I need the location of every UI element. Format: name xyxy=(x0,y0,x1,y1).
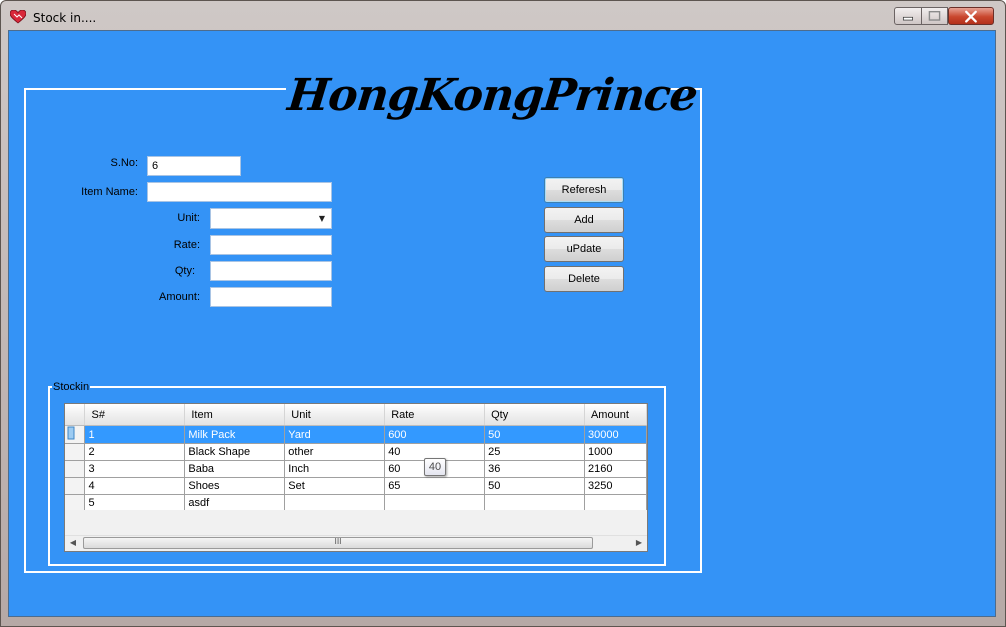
grid-empty-area xyxy=(65,510,647,537)
column-header[interactable]: S# xyxy=(84,404,186,426)
scrollbar-grip: III xyxy=(334,537,342,546)
horizontal-scrollbar[interactable]: ◀ III ▶ xyxy=(65,535,647,551)
panel-border-left xyxy=(24,88,26,573)
add-button[interactable]: Add xyxy=(544,207,624,233)
qty-input[interactable] xyxy=(210,261,332,281)
table-cell[interactable]: Baba xyxy=(184,460,286,478)
unit-label: Unit: xyxy=(177,212,200,224)
table-cell[interactable]: 50 xyxy=(484,425,585,444)
scroll-left-icon[interactable]: ◀ xyxy=(67,537,79,549)
table-cell[interactable]: 1 xyxy=(84,425,186,444)
close-button[interactable] xyxy=(948,7,994,25)
row-header-corner xyxy=(65,404,86,426)
panel-border-right xyxy=(700,88,702,573)
chevron-down-icon[interactable]: ▼ xyxy=(314,210,330,227)
column-header[interactable]: Amount xyxy=(584,404,647,426)
row-header[interactable] xyxy=(65,494,86,512)
row-header[interactable] xyxy=(65,477,86,495)
table-cell[interactable]: Black Shape xyxy=(184,443,286,461)
table-cell[interactable]: 25 xyxy=(484,443,585,461)
table-cell[interactable]: Set xyxy=(284,477,386,495)
table-cell[interactable]: 65 xyxy=(384,477,486,495)
title-bar[interactable]: Stock in.... xyxy=(1,1,1005,31)
close-icon xyxy=(965,10,977,23)
column-header[interactable]: Rate xyxy=(384,404,486,426)
minimize-button[interactable] xyxy=(894,7,922,25)
table-cell[interactable]: asdf xyxy=(184,494,286,512)
heart-icon xyxy=(10,10,26,24)
table-cell[interactable]: 5 xyxy=(84,494,186,512)
column-header[interactable]: Qty xyxy=(484,404,585,426)
table-cell[interactable]: Shoes xyxy=(184,477,286,495)
panel-border-top-left xyxy=(24,88,286,90)
unit-select[interactable]: ▼ xyxy=(210,208,332,229)
column-header[interactable]: Unit xyxy=(284,404,386,426)
table-cell[interactable] xyxy=(284,494,386,512)
groupbox-border-right xyxy=(664,386,666,566)
table-cell[interactable]: 30000 xyxy=(584,425,647,444)
stockin-groupbox-title: Stockin xyxy=(52,381,91,393)
table-cell[interactable] xyxy=(584,494,647,512)
table-row[interactable]: 2 Black Shape other 40 25 1000 xyxy=(65,443,647,461)
current-row-indicator-icon xyxy=(67,426,75,440)
maximize-icon xyxy=(928,11,941,21)
table-cell[interactable]: 2160 xyxy=(584,460,647,478)
delete-button[interactable]: Delete xyxy=(544,266,624,292)
scrollbar-thumb[interactable]: III xyxy=(83,537,593,549)
table-cell[interactable]: 50 xyxy=(484,477,585,495)
update-button[interactable]: uPdate xyxy=(544,236,624,262)
groupbox-border-top xyxy=(48,386,666,388)
table-row[interactable]: 1 Milk Pack Yard 600 50 30000 xyxy=(65,425,647,444)
table-row[interactable]: 5 asdf xyxy=(65,494,647,512)
table-cell[interactable]: 3250 xyxy=(584,477,647,495)
item-name-input[interactable] xyxy=(147,182,332,202)
maximize-button[interactable] xyxy=(921,7,948,25)
rate-input[interactable] xyxy=(210,235,332,255)
item-name-label: Item Name: xyxy=(81,186,138,198)
header-row: S# Item Unit Rate Qty Amount xyxy=(65,404,647,426)
table-cell[interactable]: 36 xyxy=(484,460,585,478)
logo-text: HongKongPrince xyxy=(285,70,700,121)
table-cell[interactable] xyxy=(384,494,486,512)
table-cell[interactable]: Yard xyxy=(284,425,386,444)
table-cell[interactable]: 3 xyxy=(84,460,186,478)
stock-grid[interactable]: S# Item Unit Rate Qty Amount 1 Milk Pack… xyxy=(64,403,648,552)
table-cell[interactable]: 2 xyxy=(84,443,186,461)
sno-input[interactable] xyxy=(147,156,241,176)
table-cell[interactable] xyxy=(484,494,585,512)
sno-label: S.No: xyxy=(110,157,138,169)
cell-tooltip: 40 xyxy=(424,458,446,476)
groupbox-border-bottom xyxy=(48,564,666,566)
stock-table: S# Item Unit Rate Qty Amount 1 Milk Pack… xyxy=(65,404,647,512)
table-cell[interactable]: 4 xyxy=(84,477,186,495)
table-cell[interactable]: 600 xyxy=(384,425,486,444)
scroll-right-icon[interactable]: ▶ xyxy=(633,537,645,549)
table-cell[interactable]: Inch xyxy=(284,460,386,478)
groupbox-border-left xyxy=(48,386,50,566)
minimize-icon xyxy=(902,16,913,21)
table-row[interactable]: 3 Baba Inch 60 36 2160 xyxy=(65,460,647,478)
amount-input[interactable] xyxy=(210,287,332,307)
rate-label: Rate: xyxy=(173,239,200,251)
window-title: Stock in.... xyxy=(33,11,97,25)
row-header[interactable] xyxy=(65,460,86,478)
table-cell[interactable]: other xyxy=(284,443,386,461)
table-cell[interactable]: Milk Pack xyxy=(184,425,286,444)
table-row[interactable]: 4 Shoes Set 65 50 3250 xyxy=(65,477,647,495)
amount-label: Amount: xyxy=(159,291,200,303)
qty-label: Qty: xyxy=(174,265,195,277)
row-header[interactable] xyxy=(65,443,86,461)
refresh-button[interactable]: Referesh xyxy=(544,177,624,203)
row-header[interactable] xyxy=(65,425,86,444)
column-header[interactable]: Item xyxy=(184,404,286,426)
table-cell[interactable]: 1000 xyxy=(584,443,647,461)
panel-border-bottom xyxy=(24,571,702,573)
